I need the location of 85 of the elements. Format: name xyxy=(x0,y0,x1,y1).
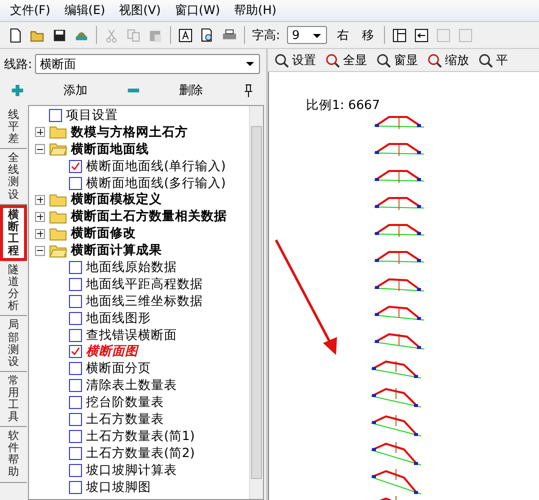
tree-item[interactable]: 挖台阶数量表 xyxy=(86,394,164,412)
tree-folder[interactable]: 数模与方格网土石方 xyxy=(71,124,188,141)
checkbox[interactable] xyxy=(69,278,82,291)
expander-icon[interactable] xyxy=(35,228,45,239)
font-height-dropdown[interactable]: 9 xyxy=(287,26,328,44)
checkbox[interactable] xyxy=(69,480,82,494)
checkbox[interactable] xyxy=(69,430,82,443)
folder-icon xyxy=(49,226,67,241)
tree-folder[interactable]: 横断面地面线 xyxy=(71,140,149,158)
expander-icon[interactable] xyxy=(35,212,45,222)
tree-item[interactable]: 横断面图 xyxy=(86,343,138,360)
view-tool-button[interactable]: 窗显 xyxy=(394,52,424,68)
text-icon[interactable] xyxy=(178,28,193,42)
toolbar-button[interactable]: 右 xyxy=(334,26,352,44)
checkbox[interactable] xyxy=(69,160,82,173)
save-icon[interactable] xyxy=(52,28,67,42)
menu-item[interactable]: 窗口(W) xyxy=(174,2,220,19)
menu-item[interactable]: 文件(F) xyxy=(10,2,50,19)
new-file-icon[interactable] xyxy=(8,28,23,42)
delete-button[interactable]: 删除 xyxy=(174,82,207,98)
tree-folder[interactable]: 横断面土石方数量相关数据 xyxy=(71,208,227,226)
tree-item[interactable]: 地面线图形 xyxy=(86,310,151,327)
checkbox[interactable] xyxy=(69,362,82,376)
panel-left-icon[interactable] xyxy=(414,28,430,42)
plus-icon[interactable] xyxy=(10,82,25,98)
expander-icon[interactable] xyxy=(35,127,45,138)
tree-folder[interactable]: 横断面模板定义 xyxy=(71,191,162,208)
route-dropdown[interactable]: 横断面 xyxy=(35,54,260,74)
scrollbar[interactable] xyxy=(249,106,263,499)
side-tab[interactable]: 横断工程 xyxy=(0,204,27,262)
printer-icon[interactable] xyxy=(222,28,237,42)
folder-icon xyxy=(49,210,67,224)
view-tool-button[interactable]: 设置 xyxy=(292,52,322,68)
panel-layout-icon[interactable] xyxy=(392,28,408,42)
side-tab[interactable]: 隧道分析 xyxy=(0,261,27,316)
view-tool-button[interactable]: 全显 xyxy=(343,52,373,68)
checkbox[interactable] xyxy=(69,379,82,392)
tree-item[interactable]: 土石方数量表(简1) xyxy=(86,428,195,445)
tree-item[interactable]: 土石方数量表 xyxy=(86,410,164,428)
expander-icon[interactable] xyxy=(35,246,45,256)
checkbox[interactable] xyxy=(69,412,82,426)
checkbox[interactable] xyxy=(69,176,82,190)
tree-item[interactable]: 地面线三维坐标数据 xyxy=(86,292,203,310)
checkbox[interactable] xyxy=(69,446,82,460)
checkbox[interactable] xyxy=(69,260,82,274)
font-height-label: 字高: xyxy=(252,26,280,44)
checkbox[interactable] xyxy=(69,294,82,308)
checkbox[interactable] xyxy=(69,312,82,325)
side-tab[interactable]: 软件帮助 xyxy=(0,427,27,483)
scale-label: 比例1: 6667 xyxy=(306,97,380,114)
route-label: 线路: xyxy=(4,56,32,72)
tree-item[interactable]: 横断面地面线(多行输入) xyxy=(86,174,226,192)
side-tab[interactable]: 局部测设 xyxy=(0,316,27,372)
checkbox[interactable] xyxy=(69,464,82,477)
tree-item[interactable]: 清除表土数量表 xyxy=(86,377,177,394)
checkbox[interactable] xyxy=(49,108,62,122)
tree-item[interactable]: 地面线原始数据 xyxy=(86,258,177,276)
open-folder-icon xyxy=(49,142,67,156)
toolbar-button[interactable]: 移 xyxy=(359,26,378,44)
tree-item[interactable]: 横断面分页 xyxy=(86,360,151,378)
menu-item[interactable]: 帮助(H) xyxy=(234,2,276,19)
folder-icon xyxy=(49,192,67,207)
side-tab[interactable]: 线平差 xyxy=(0,106,27,150)
tree-item[interactable]: 土石方数量表(简2) xyxy=(86,444,195,462)
checkbox[interactable] xyxy=(69,345,82,358)
tree-item[interactable]: 坡口坡脚计算表 xyxy=(86,462,177,479)
expander-icon[interactable] xyxy=(35,194,45,205)
side-tab[interactable]: 常用工具 xyxy=(0,372,27,428)
menu-item[interactable]: 视图(V) xyxy=(119,2,161,19)
tree-item[interactable]: 坡口坡脚图 xyxy=(86,478,151,496)
tree-item[interactable]: 查找错误横断面 xyxy=(86,326,177,344)
add-button[interactable]: 添加 xyxy=(59,82,92,98)
tree-folder[interactable]: 横断面计算成果 xyxy=(71,242,162,260)
tree-item[interactable]: 地面线平距高程数据 xyxy=(86,276,203,293)
tree-item[interactable]: 项目设置 xyxy=(66,106,118,124)
view-tool-button[interactable]: 平 xyxy=(496,52,514,68)
checkbox[interactable] xyxy=(69,396,82,410)
tree-folder[interactable]: 横断面修改 xyxy=(71,225,136,242)
tree-item[interactable]: 横断面地面线(单行输入) xyxy=(86,158,226,175)
checkbox[interactable] xyxy=(69,328,82,342)
open-folder-icon xyxy=(49,244,67,258)
view-tool-button[interactable]: 缩放 xyxy=(445,52,475,68)
menu-item[interactable]: 编辑(E) xyxy=(64,2,106,19)
folder-icon xyxy=(49,125,67,140)
expander-icon[interactable] xyxy=(35,144,45,154)
